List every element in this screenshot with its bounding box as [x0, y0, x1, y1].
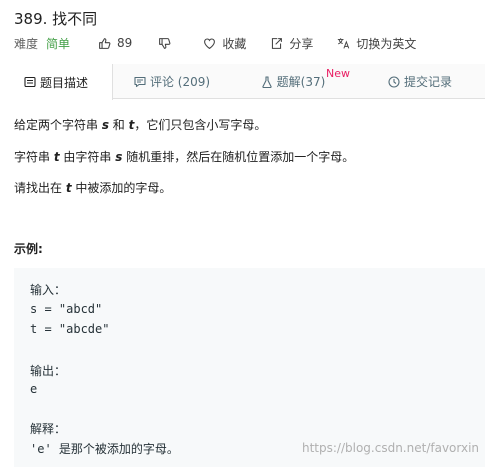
- tab-submissions-label: 提交记录: [403, 75, 452, 89]
- translate-icon: [338, 37, 350, 49]
- favorite-label: 收藏: [222, 36, 247, 51]
- difficulty-badge: 简单: [46, 36, 71, 51]
- watermark: https://blog.csdn.net/favorxin: [302, 441, 480, 455]
- input-line-s: s = "abcd": [30, 302, 103, 316]
- input-line-t: t = "abcde": [30, 322, 110, 336]
- heart-icon: [204, 38, 216, 49]
- switch-language-button[interactable]: 切换为英文: [337, 35, 416, 52]
- example-code-block: 输入： s = "abcd" t = "abcde" 输出： e 解释： 'e'…: [14, 268, 485, 467]
- tab-comments-label: 评论 (209): [149, 75, 211, 89]
- switch-language-label: 切换为英文: [356, 36, 417, 51]
- problem-tabs: 题目描述 评论 (209) 题解(37) New 提交记录: [0, 64, 485, 100]
- explanation-text: 'e' 是那个被添加的字母。: [30, 442, 179, 456]
- difficulty-label: 难度: [14, 36, 39, 51]
- output-label: 输出：: [30, 364, 67, 378]
- description-paragraph-3: 请找出在 t 中被添加的字母。: [14, 181, 172, 195]
- problem-toolbar: 难度 简单 89 收藏 分享 切换为英文: [14, 35, 416, 51]
- flask-icon: [262, 75, 272, 88]
- tab-solutions-label: 题解(37): [276, 75, 326, 89]
- share-button[interactable]: 分享: [270, 35, 313, 52]
- tab-description-label: 题目描述: [39, 75, 88, 90]
- comment-icon: [134, 76, 146, 87]
- tab-solutions[interactable]: 题解(37) New: [231, 64, 355, 99]
- tab-comments[interactable]: 评论 (209): [113, 64, 231, 99]
- explanation-label: 解释：: [30, 422, 67, 436]
- output-value: e: [30, 382, 38, 396]
- description-paragraph-1: 给定两个字符串 s 和 t，它们只包含小写字母。: [14, 118, 267, 132]
- thumbs-up-icon: [99, 37, 111, 49]
- share-label: 分享: [289, 36, 314, 51]
- like-count: 89: [117, 36, 133, 50]
- tab-description[interactable]: 题目描述: [0, 64, 113, 100]
- example-heading: 示例:: [14, 242, 43, 256]
- dislike-button[interactable]: [158, 37, 177, 50]
- clock-icon: [388, 75, 400, 88]
- new-badge: New: [326, 67, 350, 80]
- thumbs-down-icon: [159, 37, 171, 49]
- tab-submissions[interactable]: 提交记录: [355, 64, 485, 99]
- like-button[interactable]: 89: [98, 36, 132, 50]
- input-label: 输入：: [30, 283, 67, 297]
- problem-title: 389. 找不同: [14, 10, 98, 28]
- description-paragraph-2: 字符串 t 由字符串 s 随机重排，然后在随机位置添加一个字母。: [14, 150, 355, 164]
- share-icon: [272, 37, 283, 49]
- document-icon: [24, 76, 36, 88]
- favorite-button[interactable]: 收藏: [203, 35, 246, 52]
